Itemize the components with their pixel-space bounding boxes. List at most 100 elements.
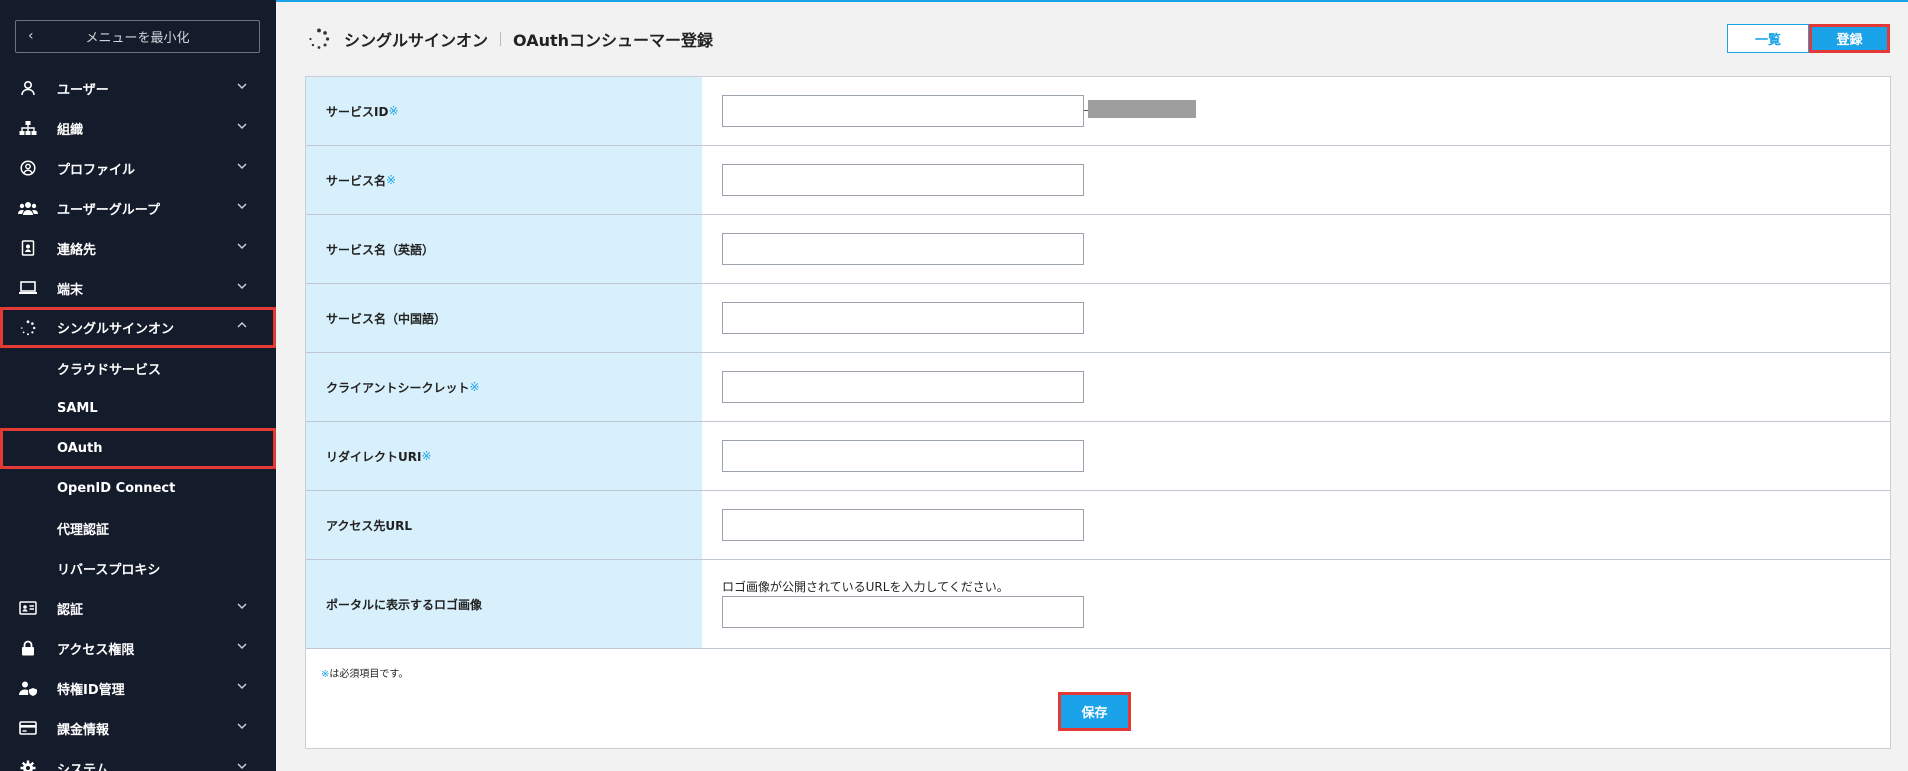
sidebar-item-profile[interactable]: プロファイル	[0, 148, 276, 188]
required-mark: ※	[421, 449, 432, 463]
redacted-block	[1088, 100, 1196, 118]
user-icon	[18, 80, 38, 96]
sidebar: ‹ メニューを最小化 ユーザー 組織 プロファイル ユーザーグループ 連絡先 端…	[0, 0, 276, 771]
breadcrumb-separator	[500, 32, 502, 46]
sidebar-subitem-reverse-proxy[interactable]: リバースプロキシ	[0, 548, 276, 588]
redirect-uri-input[interactable]	[722, 440, 1084, 472]
field-label: サービスID ※	[306, 77, 702, 145]
field-label-text: クライアントシークレット	[326, 380, 470, 395]
sidebar-item-label: 組織	[57, 122, 84, 138]
logo-url-hint: ロゴ画像が公開されているURLを入力してください。	[722, 580, 1009, 594]
sidebar-item-single-sign-on[interactable]: シングルサインオン	[0, 307, 276, 348]
chevron-down-icon	[237, 723, 247, 729]
required-note-text: は必須項目です。	[329, 669, 409, 680]
field-label-text: サービス名（英語）	[326, 242, 435, 257]
sidebar-item-label: アクセス権限	[57, 642, 135, 658]
sidebar-item-billing[interactable]: 課金情報	[0, 708, 276, 748]
sidebar-item-label: 認証	[57, 602, 84, 618]
field-label: リダイレクトURI ※	[306, 422, 702, 490]
minimize-menu-label: メニューを最小化	[85, 31, 190, 46]
sidebar-item-privileged-id[interactable]: 特権ID管理	[0, 668, 276, 708]
chevron-left-icon: ‹	[28, 28, 34, 44]
sidebar-subitem-openid-connect[interactable]: OpenID Connect	[0, 468, 276, 508]
form-row-service-name-zh: サービス名（中国語）	[306, 284, 1890, 353]
sidebar-item-organization[interactable]: 組織	[0, 108, 276, 148]
sidebar-item-label: システム	[57, 762, 109, 771]
field-label: サービス名（中国語）	[306, 284, 702, 352]
lock-icon	[18, 640, 38, 656]
sidebar-item-user-groups[interactable]: ユーザーグループ	[0, 188, 276, 228]
id-card-icon	[18, 601, 38, 615]
sidebar-item-contacts[interactable]: 連絡先	[0, 228, 276, 268]
required-note: ※は必須項目です。	[321, 665, 408, 680]
sidebar-item-label: 端末	[57, 282, 84, 298]
service-id-input[interactable]	[722, 95, 1084, 127]
profile-icon	[18, 160, 38, 176]
field-label-text: リダイレクトURI	[326, 449, 422, 464]
chevron-down-icon	[237, 163, 247, 169]
chevron-up-icon	[237, 322, 247, 328]
field-label-text: サービス名	[326, 173, 387, 188]
contact-book-icon	[18, 240, 38, 256]
chevron-down-icon	[237, 83, 247, 89]
register-button[interactable]: 登録	[1809, 24, 1890, 53]
user-shield-icon	[18, 680, 38, 696]
sidebar-subitem-oauth[interactable]: OAuth	[0, 428, 276, 469]
service-name-input[interactable]	[722, 164, 1084, 196]
field-label-text: ポータルに表示するロゴ画像	[326, 597, 483, 612]
sidebar-item-users[interactable]: ユーザー	[0, 68, 276, 108]
field-label: サービス名 ※	[306, 146, 702, 214]
form-row-client-secret: クライアントシークレット ※	[306, 353, 1890, 422]
sidebar-item-authentication[interactable]: 認証	[0, 588, 276, 628]
laptop-icon	[18, 280, 38, 296]
sidebar-subitem-proxy-auth[interactable]: 代理認証	[0, 508, 276, 548]
sidebar-item-devices[interactable]: 端末	[0, 268, 276, 308]
top-accent-line	[276, 0, 1908, 2]
save-button[interactable]: 保存	[1058, 692, 1131, 731]
chevron-down-icon	[237, 643, 247, 649]
form-row-access-url: アクセス先URL	[306, 491, 1890, 560]
sidebar-item-label: 連絡先	[57, 242, 97, 258]
minimize-menu-button[interactable]: ‹ メニューを最小化	[15, 20, 260, 53]
sso-spinner-icon	[309, 28, 330, 49]
form-row-service-name: サービス名 ※	[306, 146, 1890, 215]
sidebar-item-label: シングルサインオン	[57, 322, 175, 337]
breadcrumb: シングルサインオン OAuthコンシューマー登録	[308, 24, 713, 54]
field-label-text: サービスID	[326, 104, 389, 119]
form-row-redirect-uri: リダイレクトURI ※	[306, 422, 1890, 491]
field-label-text: アクセス先URL	[326, 518, 413, 533]
sidebar-item-system[interactable]: システム	[0, 748, 276, 771]
field-label: サービス名（英語）	[306, 215, 702, 283]
field-label: クライアントシークレット ※	[306, 353, 702, 421]
client-secret-input[interactable]	[722, 371, 1084, 403]
chevron-down-icon	[237, 603, 247, 609]
chevron-down-icon	[237, 683, 247, 689]
sidebar-item-access-rights[interactable]: アクセス権限	[0, 628, 276, 668]
credit-card-icon	[18, 721, 38, 735]
field-label: ポータルに表示するロゴ画像	[306, 560, 702, 648]
chevron-down-icon	[237, 123, 247, 129]
sidebar-item-label: プロファイル	[57, 162, 136, 178]
list-button[interactable]: 一覧	[1727, 24, 1809, 53]
sidebar-item-label: ユーザー	[57, 82, 109, 98]
chevron-down-icon	[237, 203, 247, 209]
service-name-en-input[interactable]	[722, 233, 1084, 265]
access-url-input[interactable]	[722, 509, 1084, 541]
sidebar-item-label: 特権ID管理	[57, 682, 125, 698]
field-label: アクセス先URL	[306, 491, 702, 559]
form-row-service-id: サービスID ※	[306, 77, 1890, 146]
required-mark: ※	[469, 380, 480, 394]
sidebar-item-label: 課金情報	[57, 722, 110, 738]
oauth-consumer-form: サービスID ※ サービス名 ※ サービス名（英語） サービス名（中国語） クライア…	[305, 76, 1891, 749]
chevron-down-icon	[237, 243, 247, 249]
sidebar-subitem-saml[interactable]: SAML	[0, 388, 276, 428]
logo-url-input[interactable]	[722, 596, 1084, 628]
form-row-logo-image: ポータルに表示するロゴ画像 ロゴ画像が公開されているURLを入力してください。	[306, 560, 1890, 649]
sidebar-item-label: ユーザーグループ	[57, 202, 160, 218]
service-name-zh-input[interactable]	[722, 302, 1084, 334]
chevron-down-icon	[237, 763, 247, 769]
field-label-text: サービス名（中国語）	[326, 311, 447, 326]
required-mark: ※	[386, 173, 397, 187]
sidebar-subitem-cloud-services[interactable]: クラウドサービス	[0, 348, 276, 388]
user-group-icon	[18, 200, 38, 216]
